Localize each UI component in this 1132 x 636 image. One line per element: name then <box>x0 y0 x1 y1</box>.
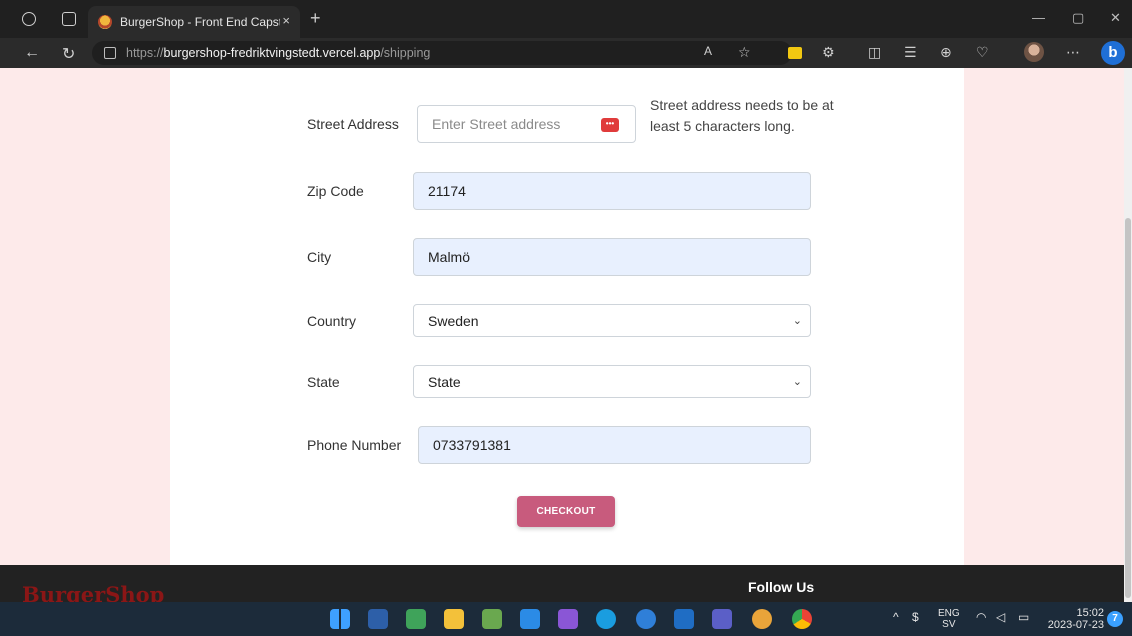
edge-icon[interactable] <box>596 609 616 629</box>
footer-brand[interactable]: BurgerShop <box>22 581 164 602</box>
state-select[interactable]: State ⌄ <box>413 365 811 398</box>
lock-icon <box>104 47 116 59</box>
notification-badge[interactable]: 7 <box>1107 611 1123 627</box>
app-icon-2[interactable] <box>406 609 426 629</box>
street-address-input[interactable]: Enter Street address ••• <box>417 105 636 143</box>
city-label: City <box>307 249 332 265</box>
teams-icon[interactable] <box>712 609 732 629</box>
street-address-row: Street Address Enter Street address ••• <box>307 105 636 143</box>
tray-overflow-icon[interactable]: ^ <box>893 610 899 624</box>
chrome-canary-icon[interactable] <box>752 609 772 629</box>
bing-copilot-icon[interactable]: b <box>1101 41 1125 65</box>
taskbar-clock[interactable]: 15:02 2023-07-23 <box>1044 607 1104 631</box>
url-scheme: https:// <box>126 46 164 60</box>
state-row: State State ⌄ <box>307 365 811 398</box>
tray-app-icon[interactable]: $ <box>912 610 919 624</box>
battery-icon[interactable]: ▭ <box>1018 610 1029 624</box>
phone-input[interactable]: 0733791381 <box>418 426 811 464</box>
browser-tab[interactable]: BurgerShop - Front End Capston × <box>88 6 300 38</box>
new-tab-icon[interactable]: + <box>310 8 321 29</box>
zip-code-row: Zip Code 21174 <box>307 172 811 210</box>
url-path: /shipping <box>380 46 431 60</box>
refresh-icon[interactable]: ↻ <box>62 44 75 64</box>
vscode-icon[interactable] <box>520 609 540 629</box>
url-host: burgershop-fredriktvingstedt.vercel.app <box>163 46 381 60</box>
chevron-down-icon: ⌄ <box>792 315 802 327</box>
phone-row: Phone Number 0733791381 <box>307 426 811 464</box>
extension-icon[interactable] <box>788 47 802 59</box>
browser-tabbar: BurgerShop - Front End Capston × + — ▢ ✕ <box>0 0 1132 38</box>
favorite-star-icon[interactable]: ☆ <box>738 44 751 61</box>
street-address-label: Street Address <box>307 116 399 132</box>
country-selected-value: Sweden <box>428 312 479 329</box>
state-label: State <box>307 373 340 390</box>
street-address-error: Street address needs to be at least 5 ch… <box>650 97 834 134</box>
password-manager-icon[interactable]: ••• <box>601 118 619 132</box>
street-address-placeholder: Enter Street address <box>432 116 561 132</box>
favorites-icon[interactable]: ☰ <box>904 44 917 61</box>
tab-title: BurgerShop - Front End Capston <box>120 15 280 29</box>
language-indicator[interactable]: ENG SV <box>938 608 960 630</box>
shipping-form-container: Street Address Enter Street address ••• … <box>170 68 964 565</box>
clock-time: 15:02 <box>1076 607 1104 619</box>
chrome-icon[interactable] <box>792 609 812 629</box>
profile-avatar[interactable] <box>1024 42 1044 62</box>
address-toolbar: ← ↻ https:// burgershop-fredriktvingsted… <box>0 38 1132 68</box>
wifi-icon[interactable]: ◠ <box>976 610 986 624</box>
extensions-puzzle-icon[interactable]: ⚙ <box>822 44 835 61</box>
country-label: Country <box>307 312 357 329</box>
volume-muted-icon[interactable]: ◁ <box>996 610 1005 624</box>
window-close-icon[interactable]: ✕ <box>1110 10 1121 26</box>
outlook-icon[interactable] <box>674 609 694 629</box>
tab-close-icon[interactable]: × <box>282 13 290 28</box>
app-icon-1[interactable] <box>368 609 388 629</box>
scrollbar-thumb[interactable] <box>1125 218 1131 598</box>
collections-icon[interactable]: ⊕ <box>940 44 952 61</box>
app-icon-4[interactable] <box>636 609 656 629</box>
clock-date: 2023-07-23 <box>1047 619 1104 631</box>
workspaces-icon[interactable] <box>22 12 36 26</box>
file-explorer-icon[interactable] <box>444 609 464 629</box>
page-background: Street Address Enter Street address ••• … <box>0 68 1124 565</box>
minimize-icon[interactable]: — <box>1032 10 1045 25</box>
app-icon-3[interactable] <box>482 609 502 629</box>
performance-icon[interactable]: ♡ <box>976 44 989 61</box>
back-icon[interactable]: ← <box>24 44 40 62</box>
lang-bottom: SV <box>942 619 956 630</box>
state-selected-value: State <box>428 373 461 390</box>
country-select[interactable]: Sweden ⌄ <box>413 304 811 337</box>
checkout-button[interactable]: CHECKOUT <box>517 496 615 527</box>
url-bar[interactable]: https:// burgershop-fredriktvingstedt.ve… <box>92 41 792 65</box>
zip-code-input[interactable]: 21174 <box>413 172 811 210</box>
page-scrollbar[interactable] <box>1124 68 1132 602</box>
city-row: City Malmö <box>307 238 811 276</box>
chevron-down-icon: ⌄ <box>792 376 802 388</box>
follow-us-heading: Follow Us <box>748 579 815 595</box>
tab-actions-icon[interactable] <box>62 12 76 26</box>
windows-taskbar: ^ $ ENG SV ◠ ◁ ▭ 15:02 2023-07-23 <box>0 602 1132 636</box>
phone-label: Phone Number <box>307 437 402 453</box>
split-screen-icon[interactable]: ◫ <box>868 44 881 61</box>
read-aloud-icon[interactable]: A <box>704 44 712 58</box>
burger-favicon-icon <box>98 15 112 29</box>
site-footer: BurgerShop Follow Us <box>0 565 1124 602</box>
more-menu-icon[interactable]: ⋯ <box>1066 44 1080 61</box>
start-icon[interactable] <box>330 609 350 629</box>
city-input[interactable]: Malmö <box>413 238 811 276</box>
country-row: Country Sweden ⌄ <box>307 304 811 337</box>
zip-code-label: Zip Code <box>307 183 364 199</box>
restore-icon[interactable]: ▢ <box>1072 10 1084 26</box>
visual-studio-icon[interactable] <box>558 609 578 629</box>
lang-top: ENG <box>938 608 960 619</box>
